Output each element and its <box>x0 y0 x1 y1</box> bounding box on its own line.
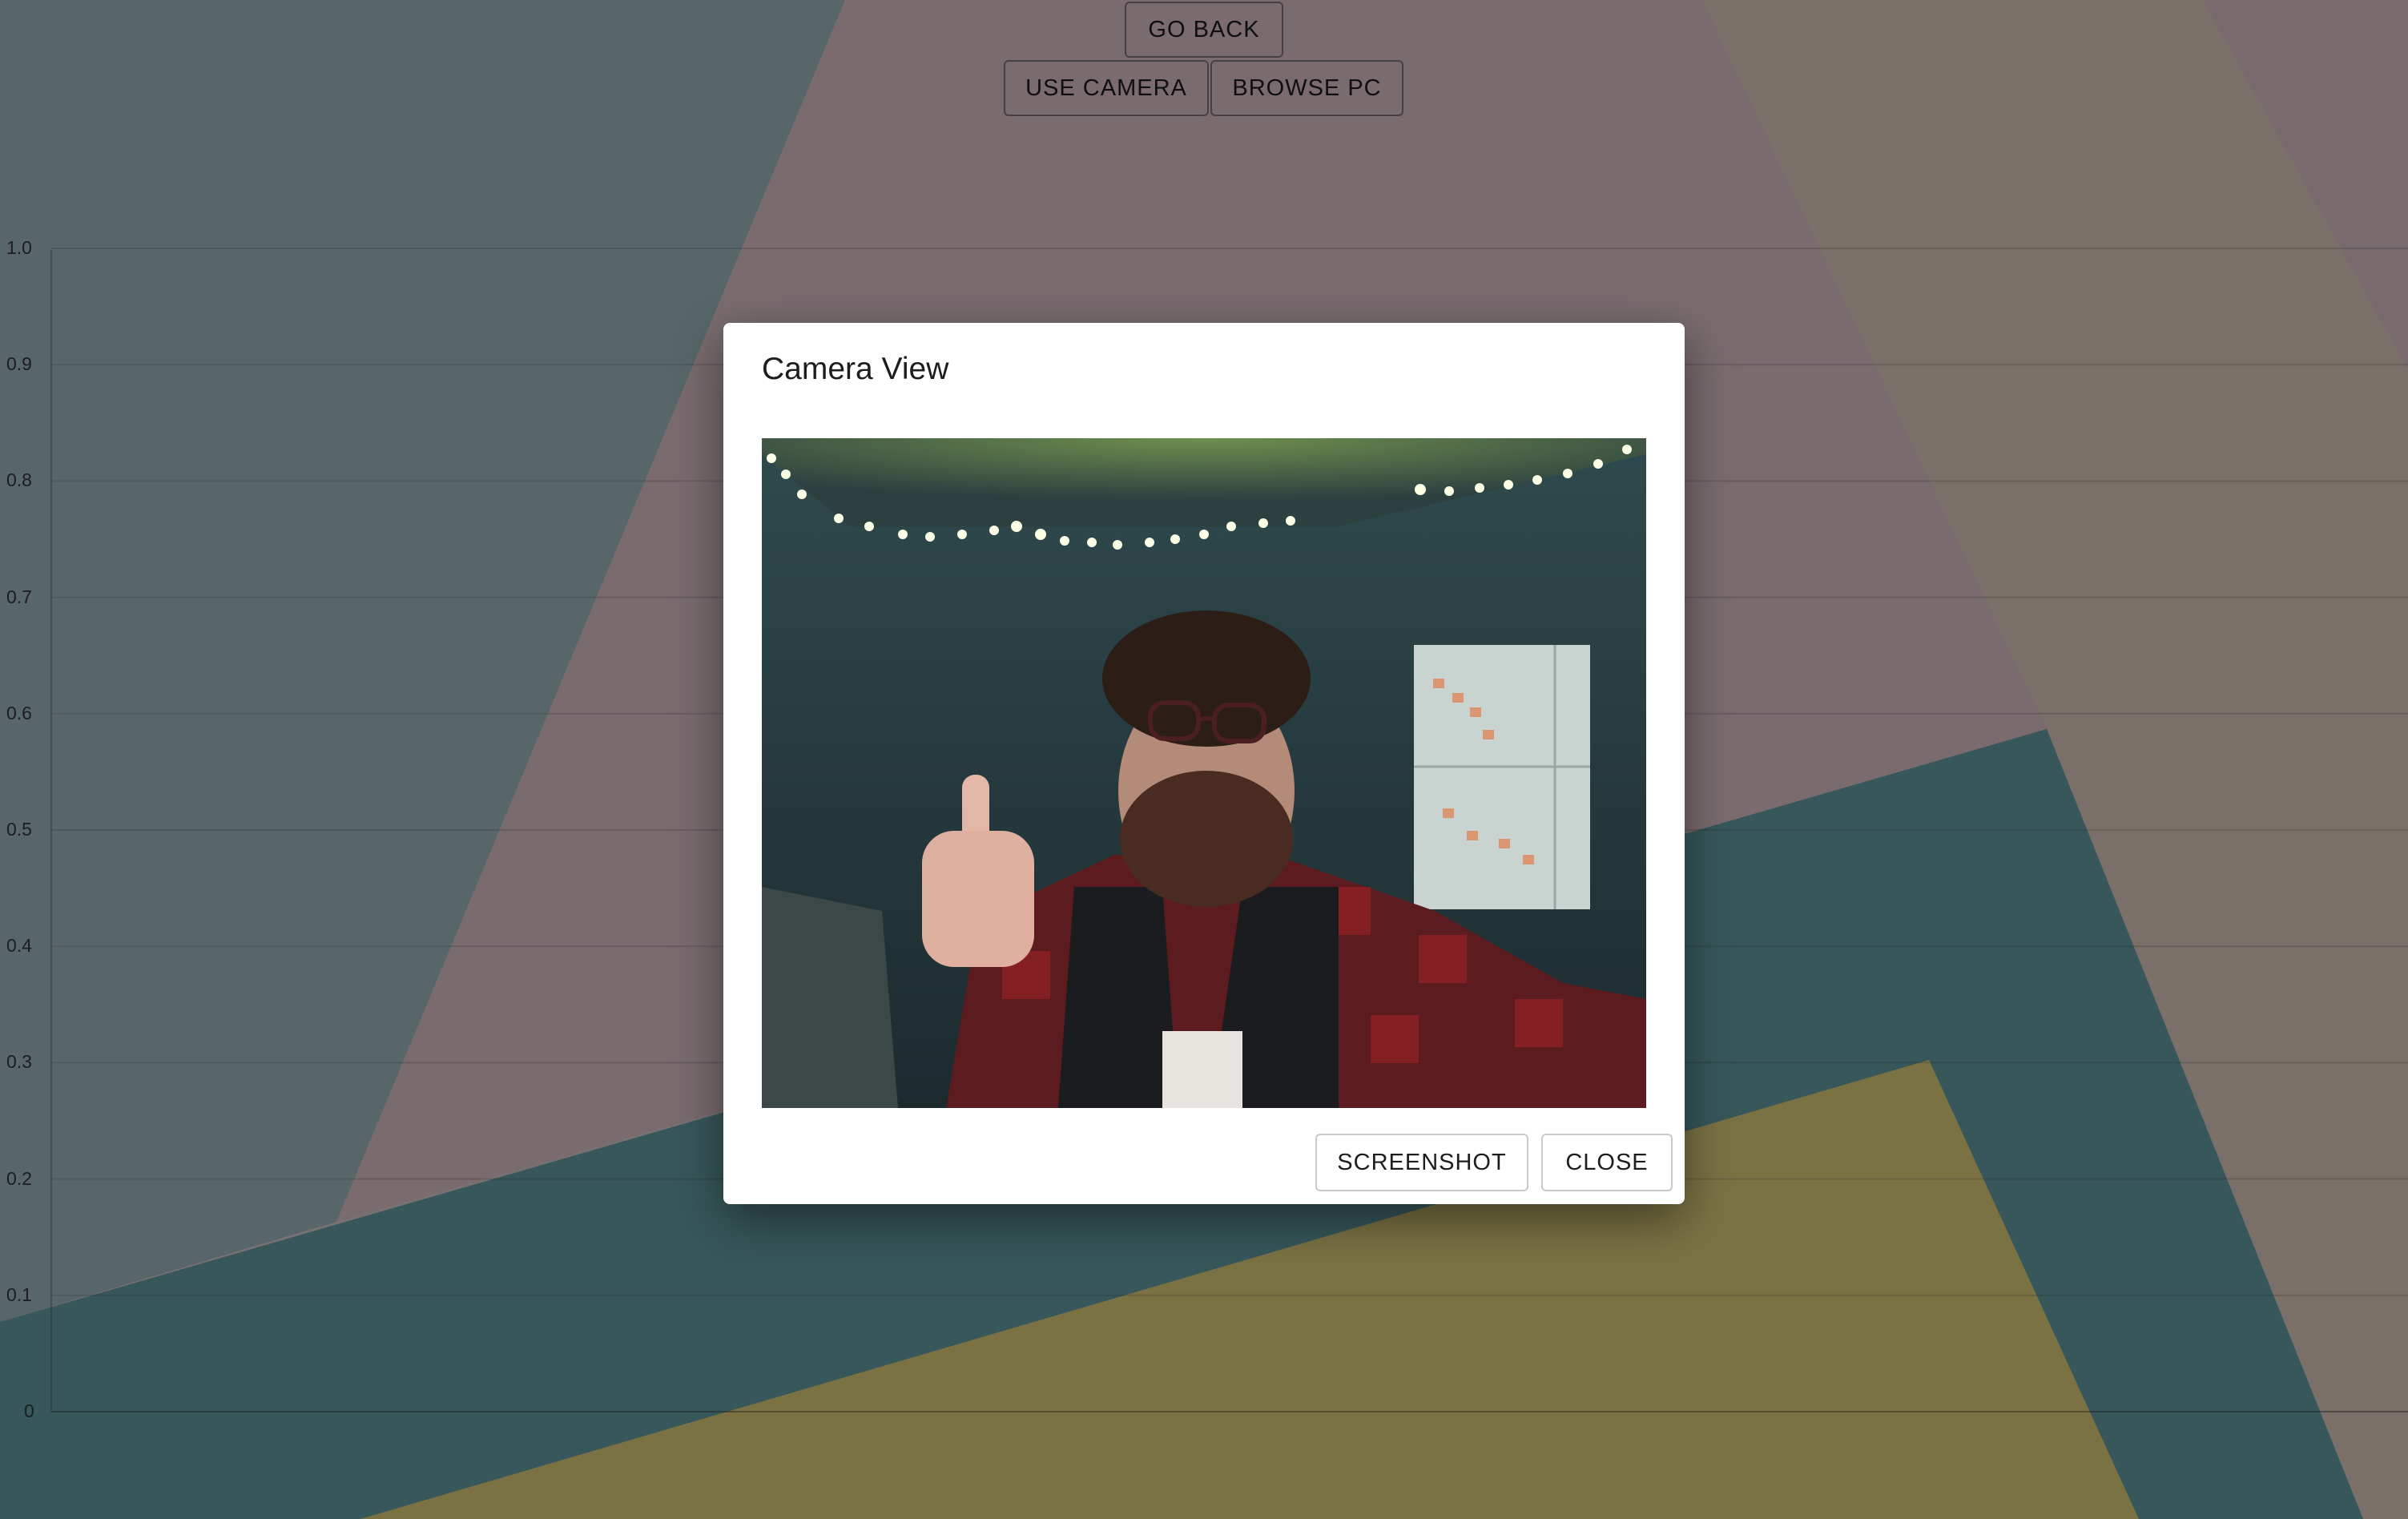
camera-frame-image <box>762 438 1646 1108</box>
dialog-title: Camera View <box>762 352 949 386</box>
screenshot-button[interactable]: SCREENSHOT <box>1315 1134 1528 1191</box>
camera-feed <box>762 438 1646 1108</box>
close-button[interactable]: CLOSE <box>1541 1134 1673 1191</box>
camera-dialog: Camera View SCREENSHOT CLOSE <box>723 323 1685 1204</box>
